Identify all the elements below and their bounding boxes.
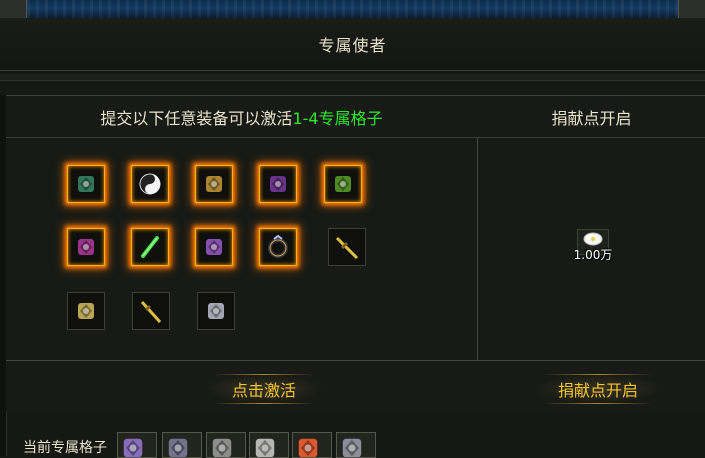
donate-header-text: 捐献点开启: [551, 108, 632, 128]
equipment-slot[interactable]: [131, 228, 169, 266]
golden-crossbow-icon: [78, 303, 94, 319]
equipment-slot[interactable]: [132, 292, 170, 330]
window-title: 专属使者: [318, 36, 387, 55]
equipment-slot[interactable]: [195, 228, 233, 266]
current-slot[interactable]: [117, 432, 157, 458]
yin-yang-icon: [139, 173, 161, 195]
flame-icon: [298, 438, 318, 457]
vertical-divider: [477, 137, 478, 360]
activate-button[interactable]: 点击激活: [203, 374, 325, 404]
green-box-icon: [335, 176, 351, 192]
golden-sword-icon: [335, 236, 359, 260]
golden-blade-icon: [140, 300, 162, 324]
equipment-slot[interactable]: [259, 228, 297, 266]
donate-amount: 1.00万: [573, 248, 613, 262]
equipment-header-text: 提交以下任意装备可以激活: [100, 108, 293, 128]
green-wand-icon: [141, 236, 159, 258]
purple-orb-icon: [123, 438, 143, 457]
green-helmet-icon: [78, 176, 94, 192]
spiked-weapon-icon: [212, 438, 232, 457]
current-slot[interactable]: [249, 432, 289, 458]
gold-armor-icon: [206, 176, 222, 192]
horizontal-divider: [6, 360, 705, 361]
purple-dragon-icon: [78, 239, 94, 255]
top-banner: [0, 0, 705, 19]
equipment-slot[interactable]: [195, 165, 233, 203]
current-slot[interactable]: [292, 432, 332, 458]
dark-dragon-icon: [168, 438, 188, 457]
equipment-slot[interactable]: [324, 165, 362, 203]
current-slot[interactable]: [336, 432, 376, 458]
equipment-slot[interactable]: [131, 165, 169, 203]
equipment-header-highlight: 1-4专属格子: [292, 108, 383, 128]
equipment-slot[interactable]: [328, 228, 366, 266]
title-bar: 专属使者: [0, 18, 705, 71]
donate-header: 捐献点开启: [478, 96, 705, 138]
steel-sword-icon: [255, 438, 275, 457]
dark-ring-icon: [268, 234, 288, 258]
purple-gauntlet-icon: [206, 239, 222, 255]
dark-blade-icon: [342, 438, 362, 457]
activate-button-label: 点击激活: [231, 381, 296, 400]
equipment-header: 提交以下任意装备可以激活 1-4专属格子: [6, 96, 477, 138]
equipment-slot[interactable]: [259, 165, 297, 203]
equipment-slot[interactable]: [67, 292, 105, 330]
title-divider: [0, 74, 705, 81]
purple-armor-icon: [270, 176, 286, 192]
silver-coin-icon: [583, 232, 603, 246]
current-slots-label: 当前专属格子: [23, 440, 107, 456]
silver-armor-icon: [208, 303, 224, 319]
current-slot[interactable]: [162, 432, 202, 458]
donate-button-label: 捐献点开启: [557, 381, 638, 400]
equipment-slot[interactable]: [67, 228, 105, 266]
equipment-slot[interactable]: [197, 292, 235, 330]
equipment-slot[interactable]: [67, 165, 105, 203]
current-slot[interactable]: [206, 432, 246, 458]
donate-button[interactable]: 捐献点开启: [533, 374, 663, 404]
